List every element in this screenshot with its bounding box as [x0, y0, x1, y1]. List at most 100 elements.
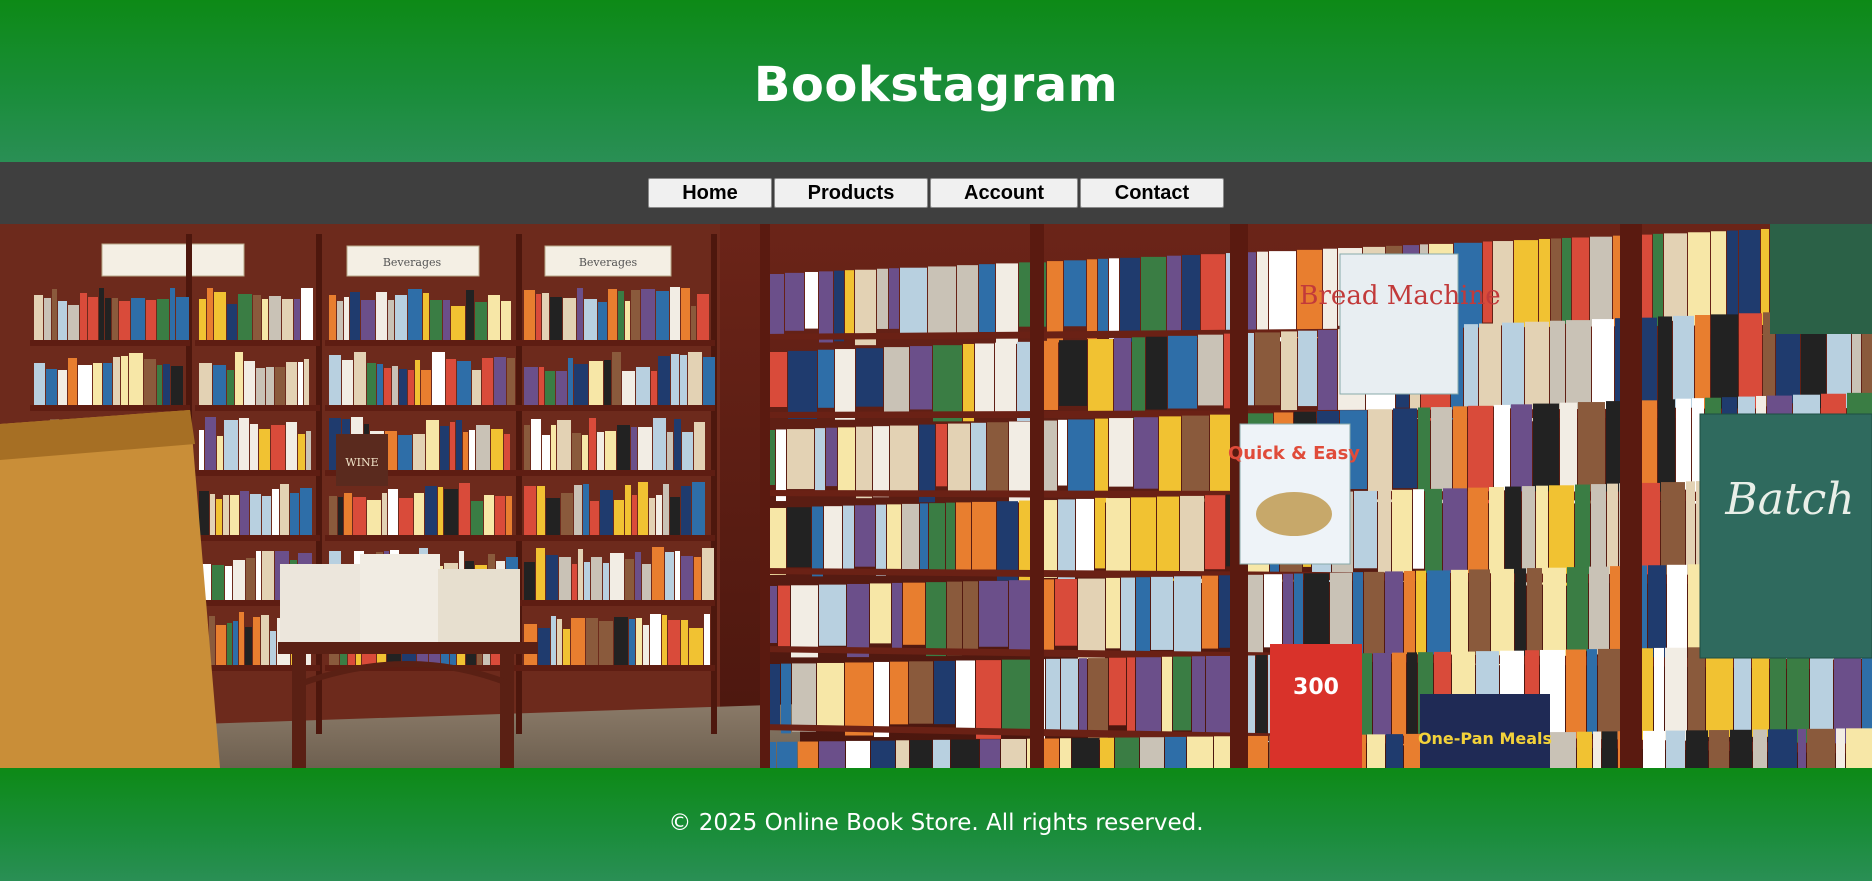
- book-spine: [1109, 258, 1119, 339]
- book-spine: [663, 484, 669, 535]
- nav-contact-button[interactable]: Contact: [1080, 178, 1224, 208]
- book-spine: [367, 363, 376, 405]
- book-spine: [1479, 323, 1501, 407]
- book-spine: [1643, 730, 1665, 768]
- book-spine: [1846, 728, 1872, 768]
- book-spine: [1730, 729, 1752, 768]
- book-spine: [551, 616, 556, 665]
- book-spine: [1607, 483, 1618, 578]
- book-spine: [1042, 340, 1058, 410]
- book-spine: [539, 367, 544, 405]
- shelf-upright: [760, 224, 770, 768]
- book-spine: [491, 429, 503, 470]
- shelf-board: [325, 535, 520, 541]
- book-spine: [1001, 738, 1026, 768]
- book-spine: [408, 370, 414, 405]
- book-spine: [524, 425, 530, 470]
- shelf-board: [520, 470, 715, 476]
- book-spine: [603, 563, 609, 600]
- book-spine: [1151, 576, 1173, 650]
- book-spine: [1269, 251, 1296, 342]
- nav-account-button[interactable]: Account: [930, 178, 1078, 208]
- book-spine: [934, 660, 955, 725]
- book-spine: [1061, 658, 1078, 732]
- book-spine: [572, 433, 581, 470]
- book-cover-title: Bread Machine: [1299, 281, 1500, 311]
- book-spine: [649, 498, 655, 535]
- book-spine: [377, 364, 383, 405]
- left-book-cart: [0, 410, 220, 768]
- nav-home-button[interactable]: Home: [648, 178, 772, 208]
- book-spine: [612, 352, 621, 405]
- book-spine: [275, 367, 285, 405]
- book-spine: [1575, 484, 1590, 576]
- book-spine: [591, 557, 602, 600]
- book-spine: [399, 369, 407, 405]
- book-spine: [948, 423, 970, 493]
- book-spine: [224, 420, 238, 470]
- book-spine: [785, 272, 804, 331]
- book-spine: [586, 618, 598, 665]
- book-spine: [230, 495, 239, 535]
- book-spine: [818, 349, 834, 408]
- book-spine: [1527, 568, 1542, 663]
- book-cover-title: WINE: [345, 456, 378, 469]
- book-spine: [551, 425, 556, 470]
- book-spine: [979, 580, 1008, 647]
- book-spine: [608, 289, 617, 340]
- book-spine: [337, 301, 343, 340]
- book-cover-title: Batch: [1724, 474, 1854, 525]
- book-spine: [1198, 334, 1223, 406]
- book-spine: [787, 429, 814, 490]
- book-spine: [388, 489, 398, 535]
- book-spine: [819, 271, 833, 343]
- book-spine: [475, 302, 487, 340]
- book-spine: [298, 434, 305, 470]
- book-spine: [414, 493, 424, 535]
- book-spine: [1665, 647, 1687, 743]
- book-spine: [238, 294, 252, 340]
- book-spine: [975, 343, 994, 417]
- book-spine: [928, 266, 956, 335]
- shelf-board: [520, 600, 715, 606]
- book-spine: [213, 365, 226, 405]
- shelf-board: [195, 340, 320, 346]
- book-spine: [670, 287, 680, 340]
- book-spine: [1587, 649, 1597, 734]
- book-spine: [304, 359, 309, 405]
- nav-products-button[interactable]: Products: [774, 178, 928, 208]
- book-spine: [300, 488, 312, 535]
- book-spine: [256, 368, 265, 405]
- book-cover: [1339, 253, 1459, 395]
- book-spine: [504, 434, 510, 470]
- shelf-board: [30, 340, 190, 346]
- book-spine: [1043, 579, 1054, 654]
- book-spine: [384, 368, 391, 405]
- book-spine: [1009, 580, 1033, 654]
- book-spine: [1602, 731, 1617, 768]
- book-spine: [286, 422, 297, 470]
- book-spine: [1205, 495, 1225, 570]
- book-spine: [298, 362, 303, 405]
- book-spine: [227, 370, 234, 405]
- book-spine: [1095, 418, 1108, 503]
- book-spine: [625, 485, 631, 535]
- book-spine: [598, 302, 607, 340]
- book-spine: [667, 432, 673, 470]
- book-spine: [662, 615, 667, 665]
- book-spine: [235, 352, 243, 405]
- book-spine: [1706, 646, 1733, 738]
- book-spine: [471, 501, 483, 535]
- book-spine: [638, 482, 648, 535]
- book-spine: [1109, 418, 1133, 487]
- book-spine: [1115, 737, 1139, 768]
- book-spine: [694, 557, 701, 600]
- book-spine: [910, 740, 932, 768]
- book-spine: [1304, 573, 1329, 655]
- book-spine: [798, 741, 818, 768]
- book-spine: [354, 352, 366, 405]
- book-spine: [457, 361, 471, 405]
- book-spine: [494, 357, 506, 405]
- book-spine: [903, 582, 925, 645]
- book-spine: [1146, 336, 1167, 410]
